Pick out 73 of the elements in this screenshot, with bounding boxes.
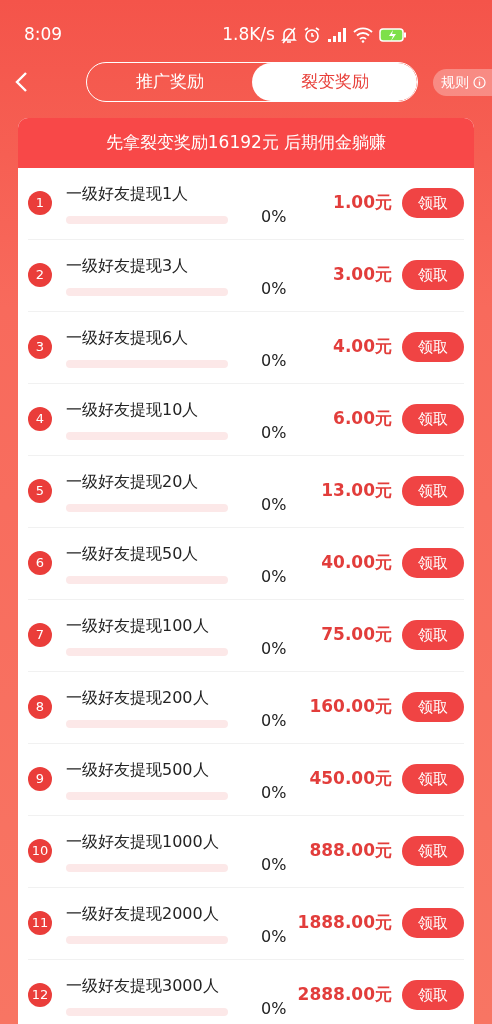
tab[interactable]: 推广奖励 [87, 63, 252, 101]
reward-amount: 13.00元 [321, 479, 392, 503]
reward-title: 一级好友提现3人 [66, 255, 190, 277]
reward-title: 一级好友提现1人 [66, 183, 190, 205]
reward-title: 一级好友提现2000人 [66, 903, 220, 925]
rank-badge: 2 [28, 263, 52, 287]
rank-badge: 1 [28, 191, 52, 215]
claim-button[interactable]: 领取 [402, 260, 464, 290]
status-time: 8:09 [24, 23, 63, 47]
rank-badge: 12 [28, 983, 52, 1007]
progress-percent: 0% [261, 709, 287, 732]
reward-title: 一级好友提现6人 [66, 327, 190, 349]
bell-off-icon [280, 26, 297, 44]
reward-title: 一级好友提现1000人 [66, 831, 220, 853]
progress-percent: 0% [261, 781, 287, 804]
reward-amount: 1.00元 [333, 191, 392, 215]
back-icon[interactable] [14, 71, 28, 93]
claim-button[interactable]: 领取 [402, 692, 464, 722]
reward-amount: 4.00元 [333, 335, 392, 359]
rank-badge: 5 [28, 479, 52, 503]
claim-button[interactable]: 领取 [402, 332, 464, 362]
wifi-icon [352, 27, 373, 43]
banner-title: 先拿裂变奖励16192元 后期佣金躺赚 [18, 118, 474, 168]
claim-button[interactable]: 领取 [402, 980, 464, 1010]
claim-button[interactable]: 领取 [402, 476, 464, 506]
progress-percent: 0% [261, 277, 287, 300]
rank-badge: 10 [28, 839, 52, 863]
reward-amount: 888.00元 [309, 839, 392, 863]
reward-amount: 160.00元 [309, 695, 392, 719]
claim-button[interactable]: 领取 [402, 404, 464, 434]
info-icon [473, 75, 486, 89]
rank-badge: 9 [28, 767, 52, 791]
reward-title: 一级好友提现3000人 [66, 975, 220, 997]
claim-button[interactable]: 领取 [402, 764, 464, 794]
rank-badge: 11 [28, 911, 52, 935]
progress-percent: 0% [261, 637, 287, 660]
claim-button[interactable]: 领取 [402, 908, 464, 938]
network-speed: 1.8K/s [222, 23, 275, 47]
progress-percent: 0% [261, 493, 287, 516]
progress-percent: 0% [261, 421, 287, 444]
signal-icon [326, 27, 347, 43]
progress-percent: 0% [261, 349, 287, 372]
reward-amount: 1888.00元 [297, 911, 392, 935]
battery-icon [378, 28, 407, 42]
claim-button[interactable]: 领取 [402, 836, 464, 866]
reward-title: 一级好友提现500人 [66, 759, 210, 781]
reward-amount: 450.00元 [309, 767, 392, 791]
claim-button[interactable]: 领取 [402, 188, 464, 218]
reward-title: 一级好友提现100人 [66, 615, 210, 637]
reward-title: 一级好友提现10人 [66, 399, 200, 421]
rank-badge: 6 [28, 551, 52, 575]
progress-percent: 0% [261, 997, 287, 1020]
rank-badge: 8 [28, 695, 52, 719]
rank-badge: 7 [28, 623, 52, 647]
reward-title: 一级好友提现200人 [66, 687, 210, 709]
progress-percent: 0% [261, 853, 287, 876]
progress-percent: 0% [261, 205, 287, 228]
reward-amount: 2888.00元 [297, 983, 392, 1007]
progress-percent: 0% [261, 925, 287, 948]
reward-title: 一级好友提现20人 [66, 471, 200, 493]
alarm-icon [302, 26, 321, 44]
tab[interactable]: 裂变奖励 [252, 63, 417, 101]
claim-button[interactable]: 领取 [402, 548, 464, 578]
rules-button[interactable]: 规则 [433, 68, 492, 96]
progress-percent: 0% [261, 565, 287, 588]
claim-button[interactable]: 领取 [402, 620, 464, 650]
reward-amount: 3.00元 [333, 263, 392, 287]
reward-amount: 6.00元 [333, 407, 392, 431]
rank-badge: 3 [28, 335, 52, 359]
reward-amount: 75.00元 [321, 623, 392, 647]
reward-amount: 40.00元 [321, 551, 392, 575]
reward-title: 一级好友提现50人 [66, 543, 200, 565]
rank-badge: 4 [28, 407, 52, 431]
